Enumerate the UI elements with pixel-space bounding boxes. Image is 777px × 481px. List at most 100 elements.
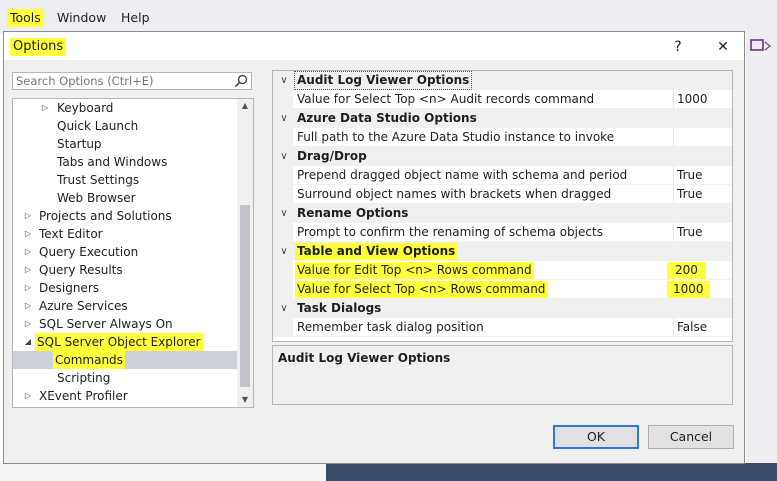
property-row[interactable]: Full path to the Azure Data Studio insta… [273, 128, 732, 147]
row-gutter [273, 185, 293, 204]
collapse-chevron-icon[interactable]: ∨ [277, 147, 291, 166]
collapse-chevron-icon[interactable]: ∨ [277, 71, 291, 90]
category-label: Table and View Options [295, 243, 458, 260]
collapse-chevron-icon[interactable]: ∨ [277, 204, 291, 223]
expand-arrow-icon[interactable]: ▷ [23, 261, 33, 279]
row-gutter [273, 261, 293, 280]
expand-arrow-icon[interactable]: ▷ [40, 99, 50, 117]
property-row[interactable]: Prepend dragged object name with schema … [273, 166, 732, 185]
tree-item-keyboard[interactable]: ▷ Keyboard [13, 99, 237, 117]
tree-item-trust-settings[interactable]: Trust Settings [13, 171, 237, 189]
cancel-button[interactable]: Cancel [648, 425, 734, 449]
tree-item-tabs-and-windows[interactable]: Tabs and Windows [13, 153, 237, 171]
property-value[interactable]: True [675, 224, 705, 241]
category-label: Drag/Drop [297, 149, 367, 163]
property-value[interactable]: 1000 [667, 281, 710, 298]
tree-item-designers[interactable]: ▷ Designers [13, 279, 237, 297]
dialog-title-bar: Options ? ✕ [4, 32, 744, 60]
property-value[interactable]: True [675, 167, 705, 184]
tree-item-label: Tabs and Windows [57, 155, 168, 169]
tree-item-label: Text Editor [39, 227, 103, 241]
expand-arrow-icon[interactable]: ▷ [23, 225, 33, 243]
category-label: Azure Data Studio Options [297, 111, 477, 125]
category-task-dialogs[interactable]: ∨ Task Dialogs [273, 299, 732, 318]
tree-item-sql-server-object-explorer[interactable]: ◢ SQL Server Object Explorer [13, 333, 237, 351]
row-divider [293, 336, 732, 337]
menu-help[interactable]: Help [118, 9, 153, 27]
collapse-chevron-icon[interactable]: ∨ [277, 109, 291, 128]
scroll-up-icon[interactable]: ▲ [237, 99, 253, 113]
tree-item-commands[interactable]: Commands [13, 351, 237, 369]
category-rename-options[interactable]: ∨ Rename Options [273, 204, 732, 223]
property-name: Value for Select Top <n> Rows command [295, 281, 548, 298]
search-icon[interactable] [234, 74, 248, 88]
property-name: Full path to the Azure Data Studio insta… [297, 130, 615, 144]
category-table-and-view-options[interactable]: ∨ Table and View Options [273, 242, 732, 261]
search-box [12, 72, 252, 90]
tree-item-query-execution[interactable]: ▷ Query Execution [13, 243, 237, 261]
property-row[interactable]: Value for Edit Top <n> Rows command 200 [273, 261, 732, 280]
property-row[interactable]: Remember task dialog position False [273, 318, 732, 337]
property-value[interactable]: True [675, 186, 705, 203]
expand-arrow-icon[interactable]: ▷ [23, 279, 33, 297]
property-row[interactable]: Surround object names with brackets when… [273, 185, 732, 204]
tree-item-label: Startup [57, 137, 102, 151]
help-button[interactable]: ? [666, 38, 690, 56]
tree-item-web-browser[interactable]: Web Browser [13, 189, 237, 207]
category-label: Audit Log Viewer Options [293, 71, 473, 90]
category-label: Task Dialogs [297, 301, 382, 315]
tree-item-projects-and-solutions[interactable]: ▷ Projects and Solutions [13, 207, 237, 225]
row-gutter [273, 90, 293, 109]
tree-scrollbar[interactable]: ▲ ▼ [237, 99, 253, 407]
category-azure-data-studio-options[interactable]: ∨ Azure Data Studio Options [273, 109, 732, 128]
tree-item-azure-services[interactable]: ▷ Azure Services [13, 297, 237, 315]
options-tree: ▷ Keyboard Quick Launch Startup Tabs and… [12, 98, 254, 408]
property-value[interactable] [675, 129, 679, 146]
property-row[interactable]: Prompt to confirm the renaming of schema… [273, 223, 732, 242]
tree-item-label: XEvent Profiler [39, 389, 128, 403]
property-row[interactable]: Value for Select Top <n> Audit records c… [273, 90, 732, 109]
property-row[interactable]: Value for Select Top <n> Rows command 10… [273, 280, 732, 299]
property-value[interactable]: 200 [667, 262, 706, 279]
description-title: Audit Log Viewer Options [278, 351, 451, 365]
tree-item-label: Query Results [39, 263, 123, 277]
tree-item-query-results[interactable]: ▷ Query Results [13, 261, 237, 279]
collapse-arrow-icon[interactable]: ◢ [23, 333, 33, 351]
property-grid: ∨ Audit Log Viewer Options Value for Sel… [272, 70, 733, 342]
tree-item-sql-server-always-on[interactable]: ▷ SQL Server Always On [13, 315, 237, 333]
tree-item-quick-launch[interactable]: Quick Launch [13, 117, 237, 135]
search-input[interactable] [13, 73, 232, 89]
background-panel [326, 463, 777, 481]
category-drag-drop[interactable]: ∨ Drag/Drop [273, 147, 732, 166]
scroll-down-icon[interactable]: ▼ [237, 393, 253, 407]
tree-item-label: Quick Launch [57, 119, 139, 133]
expand-arrow-icon[interactable]: ▷ [23, 207, 33, 225]
category-audit-log-viewer-options[interactable]: ∨ Audit Log Viewer Options [273, 71, 732, 90]
menu-tools[interactable]: Tools [7, 9, 44, 27]
tree-item-scripting[interactable]: Scripting [13, 369, 237, 387]
tree-item-label: SQL Server Always On [39, 317, 173, 331]
property-name: Surround object names with brackets when… [297, 187, 612, 201]
scrollbar-thumb[interactable] [240, 205, 250, 387]
expand-arrow-icon[interactable]: ▷ [23, 387, 33, 405]
tree-item-label: Scripting [57, 371, 111, 385]
expand-arrow-icon[interactable]: ▷ [23, 315, 33, 333]
expand-arrow-icon[interactable]: ▷ [23, 243, 33, 261]
collapse-chevron-icon[interactable]: ∨ [277, 299, 291, 318]
tree-item-xevent-profiler[interactable]: ▷ XEvent Profiler [13, 387, 237, 405]
column-separator [673, 90, 674, 109]
collapse-chevron-icon[interactable]: ∨ [277, 242, 291, 261]
ok-button[interactable]: OK [553, 425, 639, 449]
tree-item-startup[interactable]: Startup [13, 135, 237, 153]
expand-arrow-icon[interactable]: ▷ [23, 297, 33, 315]
tree-item-text-editor[interactable]: ▷ Text Editor [13, 225, 237, 243]
menu-window[interactable]: Window [54, 9, 109, 27]
row-gutter [273, 318, 293, 337]
property-value[interactable]: 1000 [675, 91, 710, 108]
background-editor [0, 463, 326, 481]
property-value[interactable]: False [675, 319, 709, 336]
description-panel: Audit Log Viewer Options [272, 345, 733, 405]
close-button[interactable]: ✕ [711, 38, 735, 56]
row-gutter [273, 166, 293, 185]
property-name: Prompt to confirm the renaming of schema… [297, 225, 603, 239]
